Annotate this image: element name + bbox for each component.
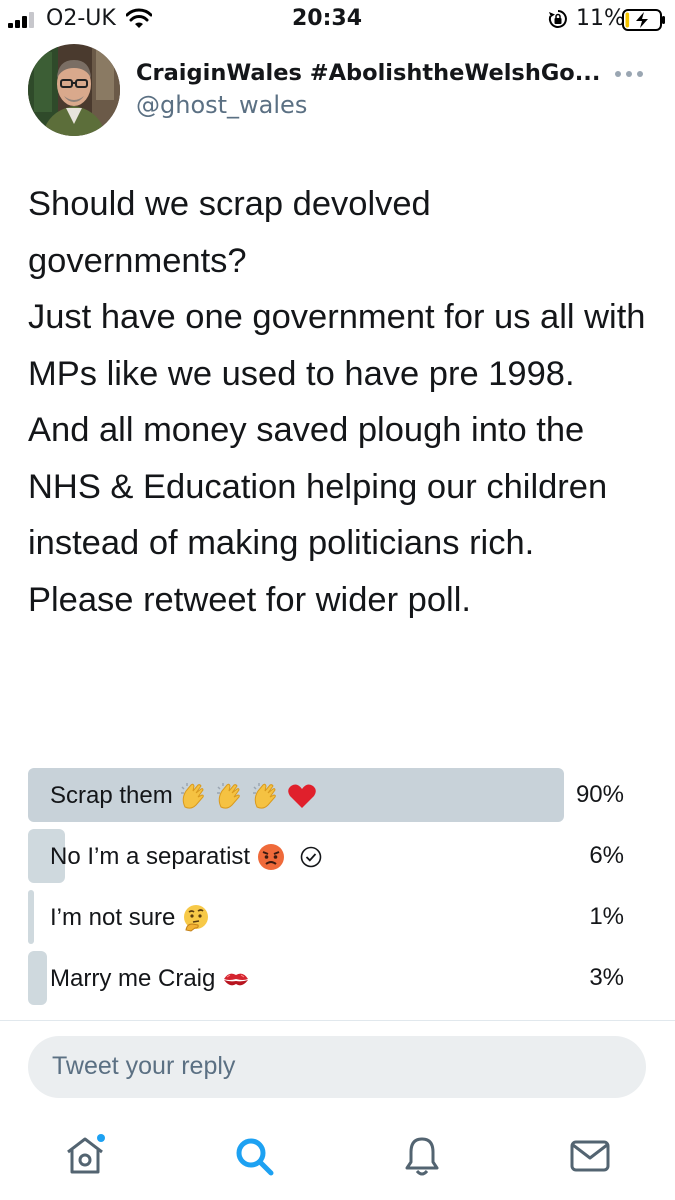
- tweet-text-line: Just have one government for us all with…: [28, 298, 646, 393]
- divider: [0, 1020, 675, 1021]
- poll: Scrap them 90% No I’m a separatist 6% I’…: [28, 768, 648, 1012]
- wifi-icon: [126, 8, 152, 28]
- poll-option[interactable]: I’m not sure 1%: [28, 890, 648, 944]
- more-options-icon[interactable]: [612, 64, 646, 84]
- reply-input[interactable]: Tweet your reply: [28, 1036, 646, 1098]
- clapping-hands-icon: [216, 783, 240, 809]
- red-heart-icon: [287, 784, 316, 808]
- new-content-dot-icon: [97, 1134, 105, 1142]
- poll-option-label: I’m not sure: [50, 904, 176, 931]
- poll-option-percent: 1%: [589, 903, 624, 930]
- angry-face-icon: [258, 844, 285, 870]
- poll-option-label: No I’m a separatist: [50, 843, 251, 870]
- poll-option-label: Scrap them: [50, 782, 173, 809]
- clapping-hands-icon: [180, 783, 204, 809]
- battery-charging-icon: [622, 9, 665, 31]
- clock: 20:34: [292, 6, 363, 31]
- poll-result-bar: [28, 890, 35, 944]
- profile-photo: [28, 44, 120, 136]
- poll-option[interactable]: Scrap them 90%: [28, 768, 648, 822]
- poll-option[interactable]: No I’m a separatist 6%: [28, 829, 648, 883]
- signal-strength-icon: [8, 12, 34, 28]
- poll-option-percent: 90%: [575, 781, 624, 808]
- poll-option-label: Marry me Craig: [50, 965, 216, 992]
- poll-result-bar: [28, 951, 47, 1005]
- carrier-name: O2-UK: [46, 6, 116, 31]
- tweet-screen: O2-UK 20:34 11% CraiginWales #Abolishthe…: [0, 0, 675, 1200]
- rotation-lock-icon: [548, 10, 567, 28]
- author-handle[interactable]: @ghost_wales: [136, 91, 307, 119]
- tweet-text-line: And all money saved plough into the NHS …: [28, 411, 608, 562]
- search-icon[interactable]: [232, 1134, 276, 1178]
- poll-option[interactable]: Marry me Craig 3%: [28, 951, 648, 1005]
- status-bar: O2-UK 20:34 11%: [0, 0, 675, 38]
- avatar[interactable]: [28, 44, 120, 136]
- clapping-hands-icon: [252, 783, 276, 809]
- battery-percent: 11%: [576, 6, 625, 31]
- poll-option-percent: 6%: [589, 842, 624, 869]
- tweet-text: Should we scrap devolved governments? Ju…: [28, 176, 658, 628]
- author-display-name[interactable]: CraiginWales #AbolishtheWelshGo...: [136, 60, 610, 86]
- thinking-face-icon: [184, 905, 209, 932]
- tweet-text-line: Should we scrap devolved governments?: [28, 185, 431, 280]
- tweet-text-line: Please retweet for wider poll.: [28, 580, 471, 619]
- notifications-icon[interactable]: [400, 1134, 444, 1178]
- poll-option-percent: 3%: [589, 964, 624, 991]
- reply-placeholder: Tweet your reply: [52, 1052, 236, 1080]
- messages-icon[interactable]: [568, 1134, 612, 1178]
- home-icon[interactable]: [63, 1134, 107, 1178]
- kiss-mark-icon: [224, 973, 249, 986]
- voted-check-icon: [300, 846, 322, 868]
